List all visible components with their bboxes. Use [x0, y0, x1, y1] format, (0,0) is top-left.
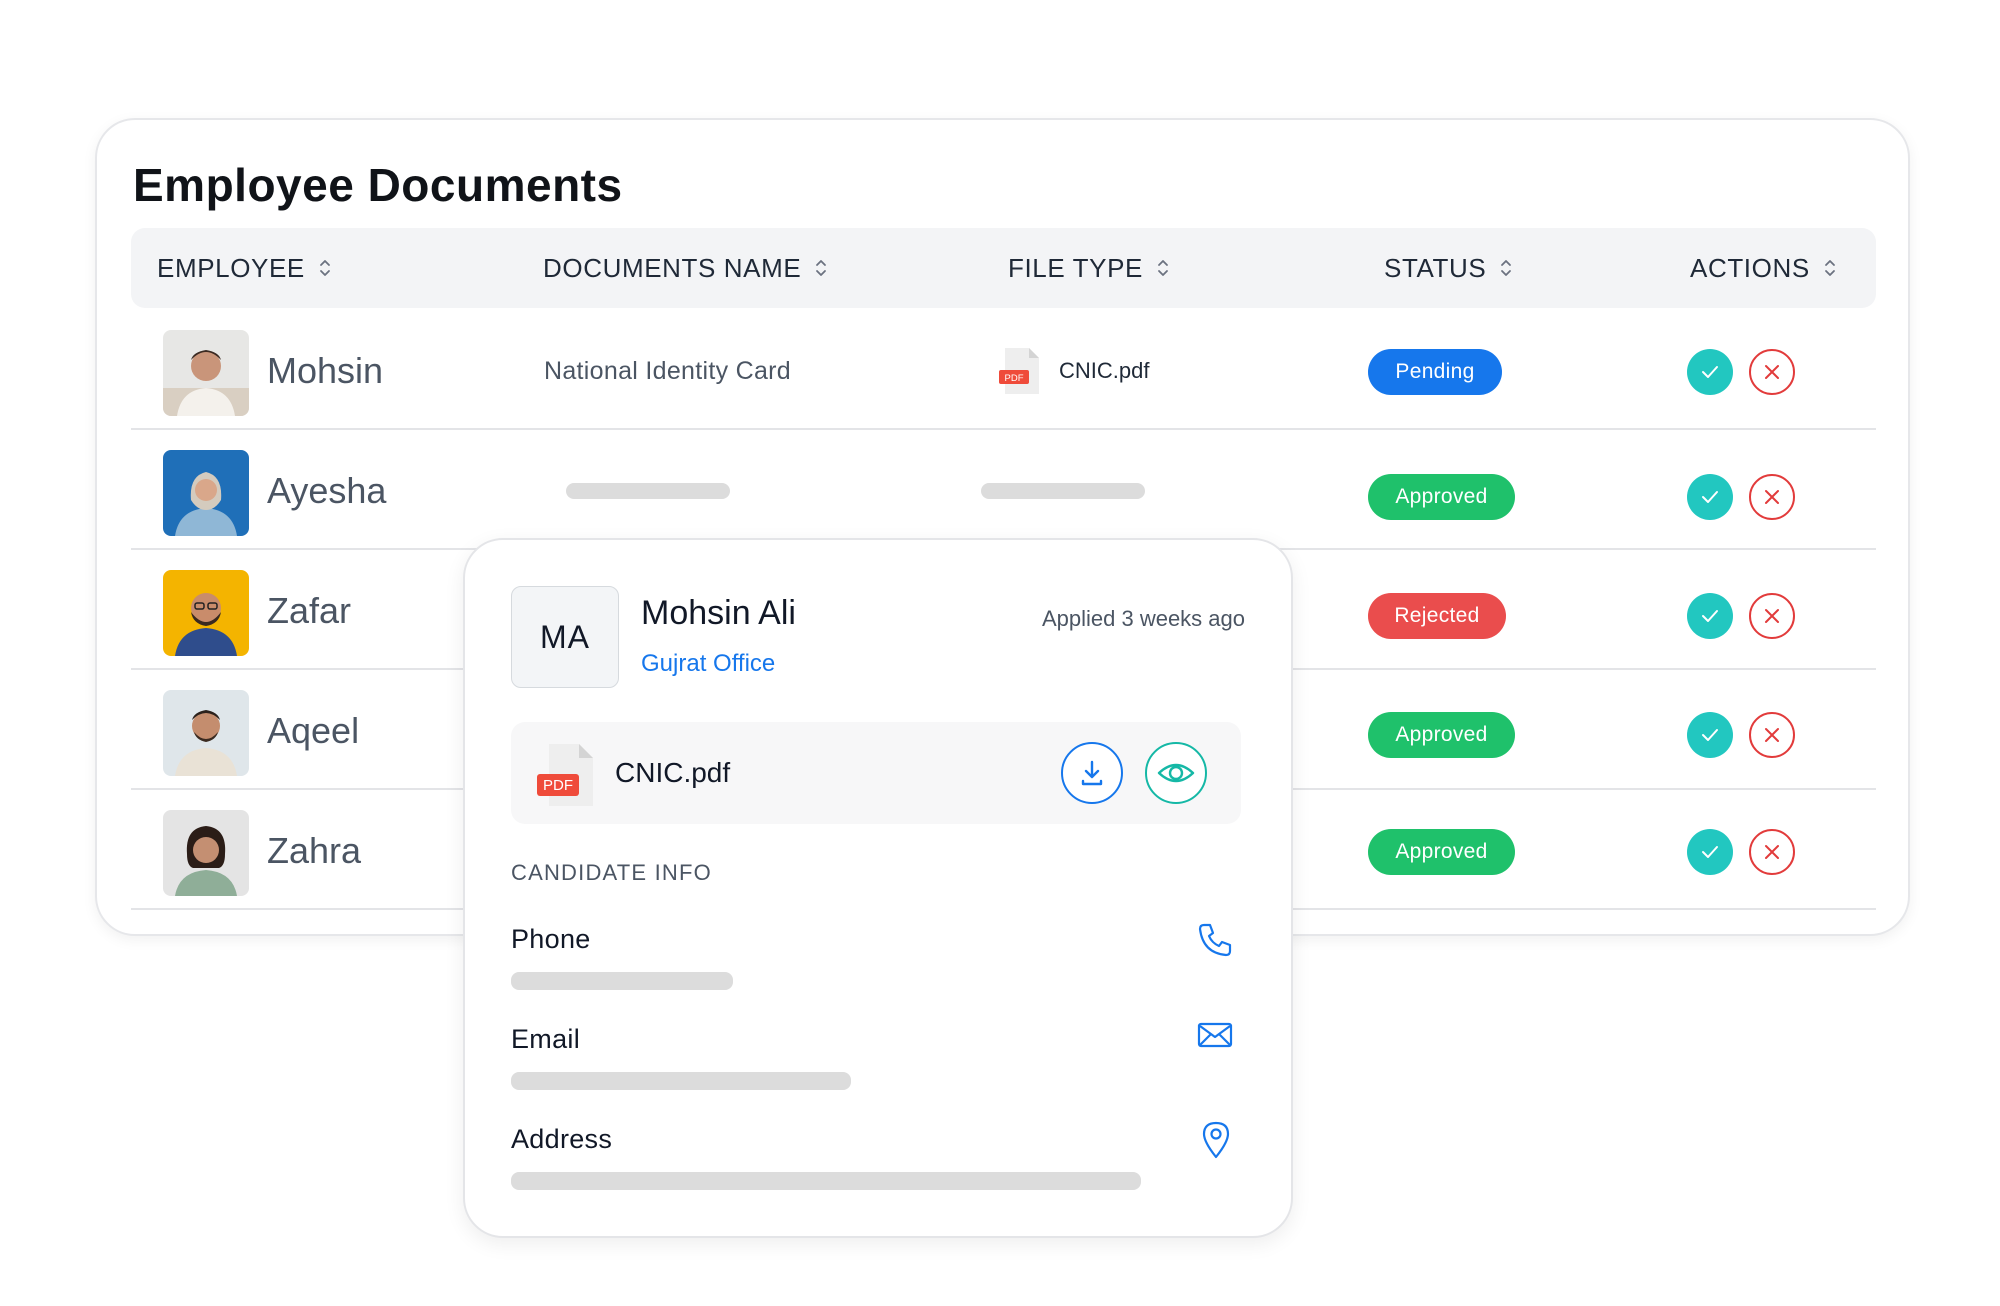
- candidate-name: Mohsin Ali: [641, 594, 796, 632]
- approve-button[interactable]: [1687, 349, 1733, 395]
- check-icon: [1702, 610, 1718, 622]
- status-badge: Pending: [1368, 349, 1502, 395]
- check-icon: [1702, 491, 1718, 503]
- address-label: Address: [511, 1124, 613, 1154]
- view-button[interactable]: [1145, 742, 1207, 804]
- approve-button[interactable]: [1687, 593, 1733, 639]
- status-badge: Rejected: [1368, 593, 1506, 639]
- approve-button[interactable]: [1687, 829, 1733, 875]
- avatar: [163, 450, 249, 536]
- column-header-actions[interactable]: ACTIONS: [1690, 228, 1836, 308]
- table-row[interactable]: Mohsin National Identity Card PDF CNIC.p…: [131, 312, 1876, 430]
- phone-value-placeholder: [511, 972, 733, 990]
- employee-name: Aqeel: [267, 710, 360, 751]
- phone-label: Phone: [511, 924, 591, 954]
- avatar: [163, 570, 249, 656]
- check-icon: [1702, 366, 1718, 378]
- avatar: [163, 690, 249, 776]
- file-type-placeholder: [981, 483, 1145, 499]
- table-header: EMPLOYEE DOCUMENTS NAME FILE TYPE STATUS…: [131, 228, 1876, 308]
- file-name: CNIC.pdf: [1059, 358, 1150, 383]
- attached-file: PDF CNIC.pdf: [511, 722, 1241, 824]
- employee-name: Zahra: [267, 830, 362, 871]
- file-name: CNIC.pdf: [615, 757, 731, 788]
- column-header-documents-name[interactable]: DOCUMENTS NAME: [543, 228, 827, 308]
- employee-name: Zafar: [267, 590, 352, 631]
- office-link[interactable]: Gujrat Office: [641, 650, 775, 678]
- employee-name: Ayesha: [267, 470, 387, 511]
- mail-icon[interactable]: [1197, 1020, 1233, 1050]
- reject-button[interactable]: [1749, 474, 1795, 520]
- page-title: Employee Documents: [133, 159, 623, 211]
- check-icon: [1702, 729, 1718, 741]
- close-icon: [1765, 365, 1779, 379]
- eye-icon: [1157, 763, 1195, 783]
- approve-button[interactable]: [1687, 712, 1733, 758]
- document-name-placeholder: [566, 483, 730, 499]
- pdf-file-icon: PDF: [537, 744, 593, 806]
- avatar: [163, 810, 249, 896]
- sort-icon: [319, 260, 330, 276]
- reject-button[interactable]: [1749, 712, 1795, 758]
- applied-time: Applied 3 weeks ago: [1041, 606, 1245, 631]
- avatar: [163, 330, 249, 416]
- avatar-initials: MA: [511, 586, 619, 688]
- email-label: Email: [511, 1024, 581, 1054]
- reject-button[interactable]: [1749, 593, 1795, 639]
- email-value-placeholder: [511, 1072, 851, 1090]
- phone-icon[interactable]: [1195, 920, 1235, 960]
- reject-button[interactable]: [1749, 829, 1795, 875]
- download-button[interactable]: [1061, 742, 1123, 804]
- status-badge: Approved: [1368, 712, 1515, 758]
- column-header-file-type[interactable]: FILE TYPE: [1008, 228, 1169, 308]
- column-header-status[interactable]: STATUS: [1384, 228, 1512, 308]
- sort-icon: [1824, 260, 1835, 276]
- location-pin-icon[interactable]: [1201, 1120, 1231, 1160]
- employee-name: Mohsin: [267, 350, 384, 391]
- close-icon: [1765, 609, 1779, 623]
- address-value-placeholder: [511, 1172, 1141, 1190]
- download-icon: [1081, 760, 1103, 786]
- table-row[interactable]: Ayesha Approved: [131, 432, 1876, 550]
- close-icon: [1765, 490, 1779, 504]
- check-icon: [1702, 846, 1718, 858]
- approve-button[interactable]: [1687, 474, 1733, 520]
- close-icon: [1765, 845, 1779, 859]
- svg-text:PDF: PDF: [543, 777, 573, 794]
- close-icon: [1765, 728, 1779, 742]
- candidate-detail-popup: MA Mohsin Ali Gujrat Office Applied 3 we…: [463, 538, 1293, 1238]
- sort-icon: [1501, 260, 1512, 276]
- svg-text:PDF: PDF: [1005, 373, 1024, 384]
- status-badge: Approved: [1368, 474, 1515, 520]
- sort-icon: [1158, 260, 1168, 276]
- pdf-file-icon: PDF: [999, 348, 1039, 394]
- column-header-employee[interactable]: EMPLOYEE: [157, 228, 331, 308]
- sort-icon: [816, 260, 827, 276]
- file-type-cell[interactable]: PDF CNIC.pdf: [999, 312, 1149, 430]
- status-badge: Approved: [1368, 829, 1515, 875]
- section-title: CANDIDATE INFO: [511, 860, 712, 885]
- document-name: National Identity Card: [544, 356, 792, 385]
- reject-button[interactable]: [1749, 349, 1795, 395]
